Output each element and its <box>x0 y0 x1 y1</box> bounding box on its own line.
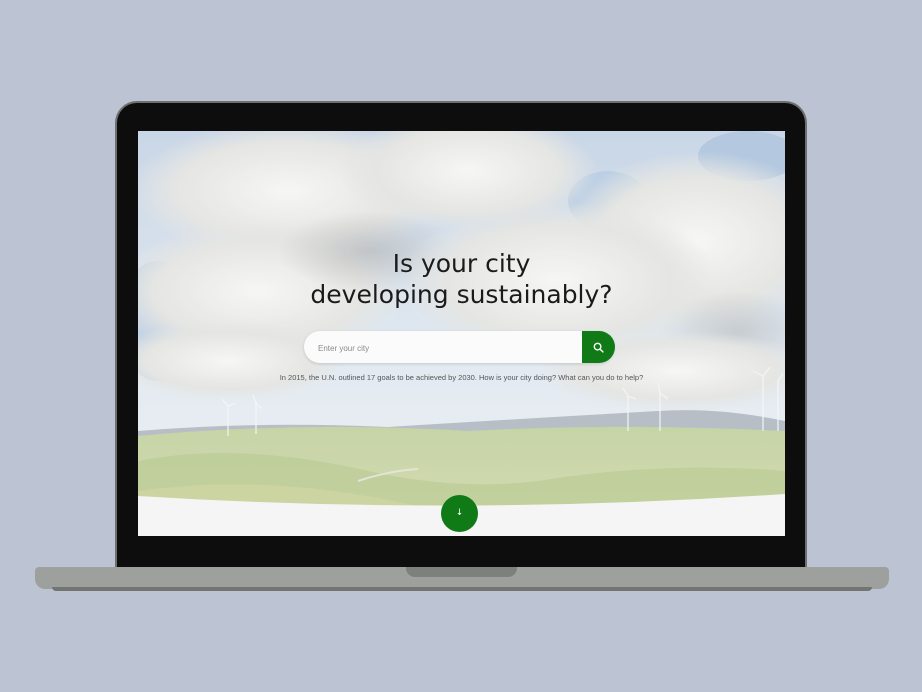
city-search-input[interactable] <box>316 331 580 365</box>
sdg-info-text: In 2015, the U.N. outlined 17 goals to b… <box>279 373 644 382</box>
city-search-box <box>304 331 614 365</box>
browser-screen: Is your city developing sustainably? In … <box>138 131 785 536</box>
laptop-hinge-notch <box>406 567 517 577</box>
page-headline: Is your city developing sustainably? <box>138 248 785 310</box>
arrow-down-icon: ↓ <box>455 508 464 518</box>
laptop-base-shadow <box>52 587 872 591</box>
search-button[interactable] <box>582 331 615 363</box>
scroll-down-button[interactable]: ↓ <box>441 495 478 532</box>
headline-line-1: Is your city <box>392 249 531 278</box>
headline-line-2: developing sustainably? <box>310 280 613 309</box>
search-icon <box>593 342 604 353</box>
